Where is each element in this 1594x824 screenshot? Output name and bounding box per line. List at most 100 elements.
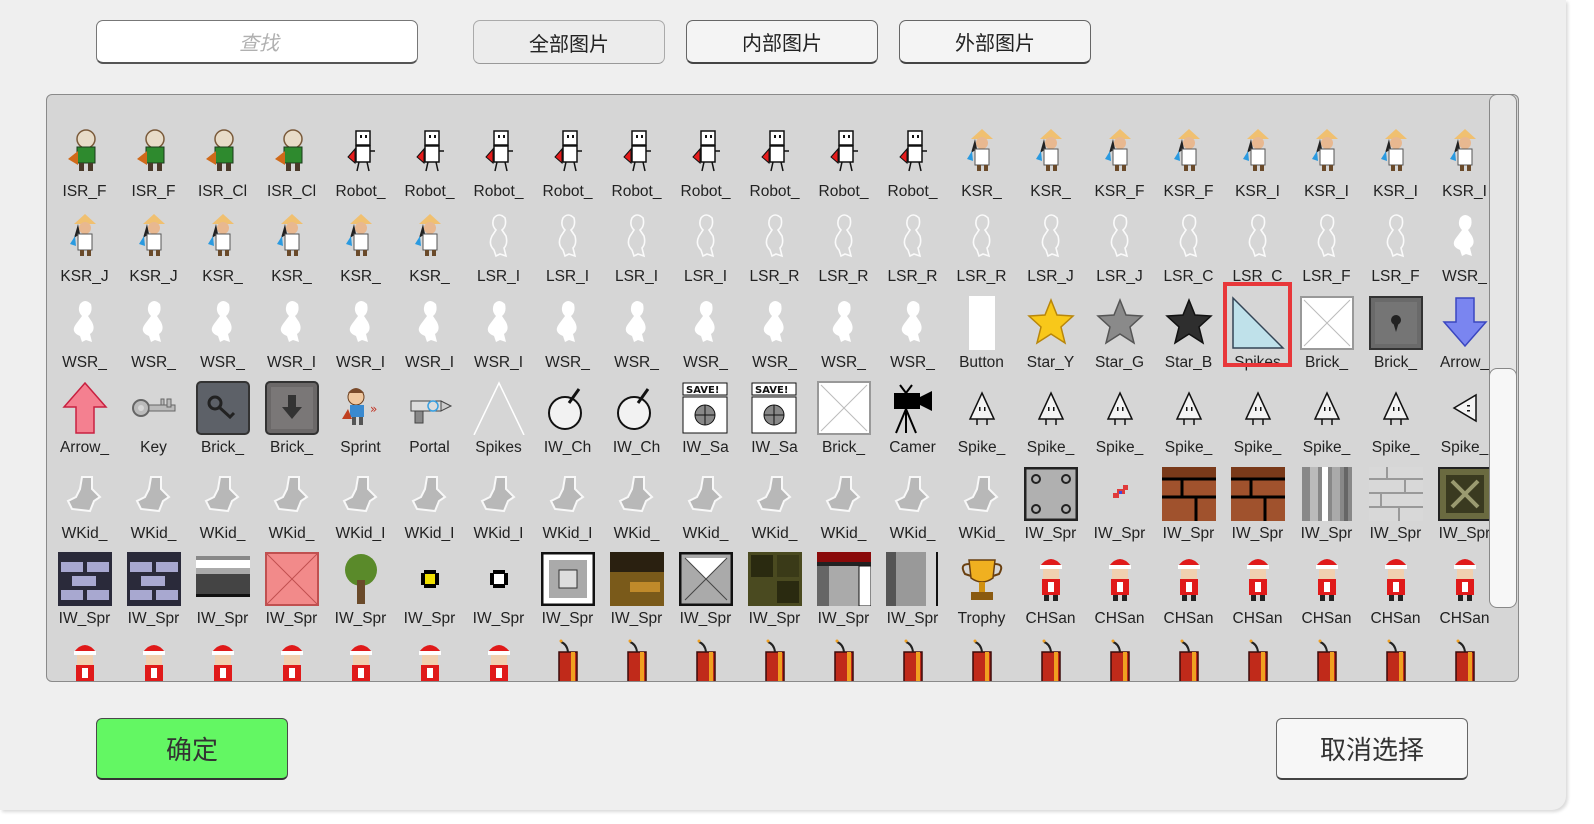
image-item[interactable] [602,95,671,111]
image-item[interactable]: IW_Spr [1016,453,1085,542]
image-item[interactable]: WKid_I [533,453,602,542]
image-item[interactable]: Robot_ [464,111,533,200]
image-item[interactable]: Brick_ [1361,282,1430,371]
image-item[interactable]: KSR_I [1292,111,1361,200]
image-item[interactable]: Robot_ [809,111,878,200]
image-item[interactable]: IW_Spr [1292,453,1361,542]
image-item[interactable] [1292,95,1361,111]
image-item[interactable]: KSR_ [947,111,1016,200]
image-item[interactable]: LSR_R [947,196,1016,285]
image-item[interactable] [533,95,602,111]
image-item[interactable]: IW_Spr [602,538,671,627]
image-item[interactable]: WKid_ [119,453,188,542]
image-item[interactable]: WSR_ [533,282,602,371]
image-item[interactable]: Robot_ [395,111,464,200]
image-item[interactable]: Portal [395,367,464,456]
image-item[interactable] [809,95,878,111]
image-item[interactable]: ISR_F [119,111,188,200]
image-item[interactable]: IW_Spr [671,538,740,627]
confirm-button[interactable]: 确定 [96,718,288,780]
image-item[interactable]: KSR_F [1085,111,1154,200]
image-item[interactable]: Spike_ [1292,367,1361,456]
image-item[interactable]: WSR_I [395,282,464,371]
image-item[interactable] [395,95,464,111]
image-item[interactable]: Spike_ [1085,367,1154,456]
image-item[interactable] [188,95,257,111]
image-item[interactable]: ISR_F [50,111,119,200]
image-item[interactable]: IW_Spr [326,538,395,627]
image-item[interactable] [1361,624,1430,681]
image-item[interactable]: WKid_ [602,453,671,542]
image-item[interactable]: ISR_Cl [188,111,257,200]
image-item[interactable]: IW_Spr [395,538,464,627]
image-item[interactable]: Robot_ [602,111,671,200]
image-item[interactable]: KSR_J [50,196,119,285]
image-item[interactable]: IW_Spr [533,538,602,627]
image-item[interactable] [602,624,671,681]
search-input[interactable] [97,21,421,64]
image-item[interactable]: CHSan [1085,538,1154,627]
image-item[interactable]: CHSan [1016,538,1085,627]
image-item[interactable]: KSR_F [1154,111,1223,200]
image-item[interactable]: KSR_J [119,196,188,285]
image-item[interactable]: LSR_C [1154,196,1223,285]
image-item[interactable]: Trophy [947,538,1016,627]
image-item[interactable]: WSR_ [671,282,740,371]
image-item[interactable]: IW_Spr [1361,453,1430,542]
tab-all-images[interactable]: 全部图片 [473,20,665,64]
image-item[interactable]: WSR_I [464,282,533,371]
image-item[interactable]: WSR_ [602,282,671,371]
image-item[interactable] [395,624,464,681]
image-item[interactable]: Star_G [1085,282,1154,371]
image-item[interactable] [326,95,395,111]
image-item[interactable] [326,624,395,681]
image-item[interactable]: LSR_C [1223,196,1292,285]
image-item[interactable]: Brick_ [1292,282,1361,371]
image-item[interactable] [464,624,533,681]
image-item[interactable]: WKid_ [671,453,740,542]
image-item[interactable]: LSR_J [1016,196,1085,285]
image-item[interactable]: Robot_ [878,111,947,200]
image-item[interactable] [119,95,188,111]
image-item[interactable]: IW_Spr [1154,453,1223,542]
image-item[interactable]: IW_Spr [464,538,533,627]
image-item[interactable] [119,624,188,681]
image-item[interactable]: WKid_ [809,453,878,542]
image-item[interactable]: WSR_ [188,282,257,371]
image-item[interactable]: Spike_ [1154,367,1223,456]
image-item[interactable]: WKid_ [257,453,326,542]
image-item[interactable]: IW_Spr [50,538,119,627]
image-item[interactable]: Robot_ [740,111,809,200]
image-item[interactable] [740,624,809,681]
image-item[interactable] [1223,95,1292,111]
image-item[interactable]: Robot_ [533,111,602,200]
image-item[interactable]: WKid_ [188,453,257,542]
image-item[interactable]: LSR_R [809,196,878,285]
image-item[interactable]: KSR_I [1361,111,1430,200]
image-item[interactable] [947,624,1016,681]
image-item[interactable]: Key [119,367,188,456]
image-item[interactable] [50,95,119,111]
image-item[interactable] [1223,624,1292,681]
image-item[interactable] [533,624,602,681]
image-item[interactable] [1085,95,1154,111]
image-item[interactable]: Star_B [1154,282,1223,371]
image-item[interactable] [878,624,947,681]
tab-external-images[interactable]: 外部图片 [899,20,1091,64]
image-item[interactable]: Spike_ [1223,367,1292,456]
image-item[interactable]: LSR_R [740,196,809,285]
image-item[interactable]: WSR_ [50,282,119,371]
image-item[interactable]: Brick_ [257,367,326,456]
image-item[interactable]: KSR_ [1016,111,1085,200]
image-item[interactable]: Spike_ [1016,367,1085,456]
scrollbar-thumb[interactable] [1489,368,1517,608]
cancel-selection-button[interactable]: 取消选择 [1276,718,1468,780]
image-item[interactable]: CHSan [1154,538,1223,627]
image-item[interactable]: WSR_I [257,282,326,371]
image-item[interactable]: KSR_ [395,196,464,285]
image-item[interactable]: SAVE! IW_Sa [740,367,809,456]
image-item[interactable]: CHSan [1361,538,1430,627]
image-item[interactable]: IW_Spr [878,538,947,627]
image-item[interactable]: Spike_ [947,367,1016,456]
image-item[interactable] [464,95,533,111]
